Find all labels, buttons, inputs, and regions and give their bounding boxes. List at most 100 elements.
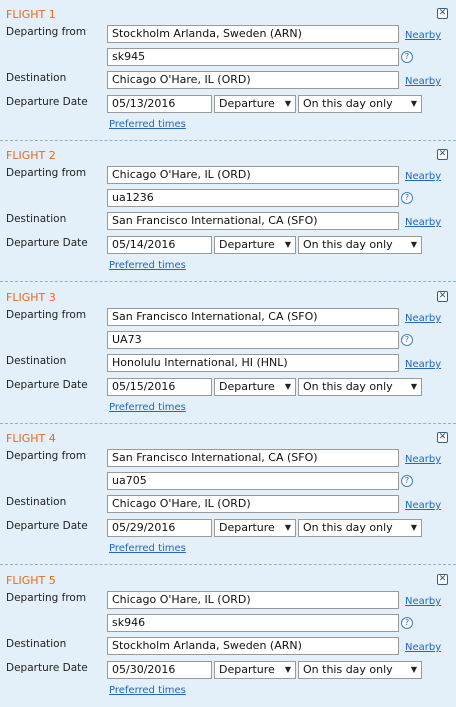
preferred-times-link[interactable]: Preferred times: [109, 543, 186, 554]
help-icon[interactable]: ?: [401, 475, 413, 487]
departing-from-label: Departing from: [6, 167, 87, 179]
direction-select-value: Departure: [219, 380, 275, 393]
departing-from-input[interactable]: Chicago O'Hare, IL (ORD): [107, 166, 399, 184]
direction-select[interactable]: Departure ▼: [214, 378, 296, 396]
date-option-select[interactable]: On this day only ▼: [298, 95, 422, 113]
flight-list: FLIGHT 1 ✕ Departing from Stockholm Arla…: [0, 0, 456, 700]
flight-number-input[interactable]: sk946: [107, 614, 399, 632]
flight-section: FLIGHT 1 ✕ Departing from Stockholm Arla…: [0, 0, 456, 141]
direction-select[interactable]: Departure ▼: [214, 519, 296, 537]
date-option-select-value: On this day only: [303, 238, 393, 251]
departing-from-label: Departing from: [6, 309, 87, 321]
departure-date-input[interactable]: 05/14/2016: [107, 236, 212, 254]
dropdown-arrow-icon: ▼: [284, 382, 291, 391]
destination-label: Destination: [6, 355, 67, 367]
destination-label: Destination: [6, 213, 67, 225]
departing-from-input[interactable]: Chicago O'Hare, IL (ORD): [107, 591, 399, 609]
dropdown-arrow-icon: ▼: [284, 240, 291, 249]
direction-select[interactable]: Departure ▼: [214, 661, 296, 679]
flight-section: FLIGHT 5 ✕ Departing from Chicago O'Hare…: [0, 566, 456, 707]
close-icon[interactable]: ✕: [437, 432, 448, 443]
close-icon[interactable]: ✕: [437, 8, 448, 19]
departure-date-label: Departure Date: [6, 96, 88, 108]
destination-nearby-link[interactable]: Nearby: [405, 642, 441, 653]
destination-nearby-link[interactable]: Nearby: [405, 359, 441, 370]
preferred-times-link[interactable]: Preferred times: [109, 260, 186, 271]
date-option-select[interactable]: On this day only ▼: [298, 378, 422, 396]
departure-date-input[interactable]: 05/30/2016: [107, 661, 212, 679]
destination-input[interactable]: Chicago O'Hare, IL (ORD): [107, 71, 399, 89]
close-icon[interactable]: ✕: [437, 291, 448, 302]
dropdown-arrow-icon: ▼: [284, 99, 291, 108]
departure-date-input[interactable]: 05/15/2016: [107, 378, 212, 396]
dropdown-arrow-icon: ▼: [410, 523, 417, 532]
preferred-times-link[interactable]: Preferred times: [109, 402, 186, 413]
destination-input[interactable]: San Francisco International, CA (SFO): [107, 212, 399, 230]
departing-from-label: Departing from: [6, 450, 87, 462]
flight-number-input[interactable]: ua705: [107, 472, 399, 490]
flight-title: FLIGHT 1: [6, 8, 56, 21]
dropdown-arrow-icon: ▼: [284, 665, 291, 674]
flight-number-input[interactable]: ua1236: [107, 189, 399, 207]
direction-select[interactable]: Departure ▼: [214, 95, 296, 113]
dropdown-arrow-icon: ▼: [410, 665, 417, 674]
help-icon[interactable]: ?: [401, 617, 413, 629]
direction-select-value: Departure: [219, 663, 275, 676]
direction-select-value: Departure: [219, 238, 275, 251]
date-option-select-value: On this day only: [303, 380, 393, 393]
help-icon[interactable]: ?: [401, 51, 413, 63]
direction-select-value: Departure: [219, 97, 275, 110]
departing-from-input[interactable]: San Francisco International, CA (SFO): [107, 308, 399, 326]
flight-title: FLIGHT 3: [6, 291, 56, 304]
dropdown-arrow-icon: ▼: [410, 240, 417, 249]
departing-nearby-link[interactable]: Nearby: [405, 596, 441, 607]
flight-title: FLIGHT 5: [6, 574, 56, 587]
dropdown-arrow-icon: ▼: [410, 382, 417, 391]
destination-nearby-link[interactable]: Nearby: [405, 76, 441, 87]
flight-number-input[interactable]: UA73: [107, 331, 399, 349]
date-option-select-value: On this day only: [303, 521, 393, 534]
departing-nearby-link[interactable]: Nearby: [405, 313, 441, 324]
departing-nearby-link[interactable]: Nearby: [405, 171, 441, 182]
preferred-times-link[interactable]: Preferred times: [109, 119, 186, 130]
flight-title: FLIGHT 4: [6, 432, 56, 445]
flight-section: FLIGHT 2 ✕ Departing from Chicago O'Hare…: [0, 141, 456, 282]
departing-from-input[interactable]: Stockholm Arlanda, Sweden (ARN): [107, 25, 399, 43]
help-icon[interactable]: ?: [401, 334, 413, 346]
departure-date-input[interactable]: 05/29/2016: [107, 519, 212, 537]
departure-date-label: Departure Date: [6, 237, 88, 249]
destination-input[interactable]: Stockholm Arlanda, Sweden (ARN): [107, 637, 399, 655]
destination-label: Destination: [6, 638, 67, 650]
destination-label: Destination: [6, 72, 67, 84]
date-option-select[interactable]: On this day only ▼: [298, 661, 422, 679]
close-icon[interactable]: ✕: [437, 149, 448, 160]
departing-from-label: Departing from: [6, 26, 87, 38]
dropdown-arrow-icon: ▼: [284, 523, 291, 532]
departing-nearby-link[interactable]: Nearby: [405, 30, 441, 41]
date-option-select-value: On this day only: [303, 97, 393, 110]
departing-from-label: Departing from: [6, 592, 87, 604]
flight-number-input[interactable]: sk945: [107, 48, 399, 66]
flight-section: FLIGHT 4 ✕ Departing from San Francisco …: [0, 424, 456, 565]
date-option-select[interactable]: On this day only ▼: [298, 236, 422, 254]
close-icon[interactable]: ✕: [437, 574, 448, 585]
departure-date-label: Departure Date: [6, 520, 88, 532]
flight-title: FLIGHT 2: [6, 149, 56, 162]
departure-date-label: Departure Date: [6, 379, 88, 391]
direction-select[interactable]: Departure ▼: [214, 236, 296, 254]
destination-input[interactable]: Honolulu International, HI (HNL): [107, 354, 399, 372]
date-option-select[interactable]: On this day only ▼: [298, 519, 422, 537]
flight-section: FLIGHT 3 ✕ Departing from San Francisco …: [0, 283, 456, 424]
direction-select-value: Departure: [219, 521, 275, 534]
date-option-select-value: On this day only: [303, 663, 393, 676]
destination-label: Destination: [6, 496, 67, 508]
departing-from-input[interactable]: San Francisco International, CA (SFO): [107, 449, 399, 467]
departing-nearby-link[interactable]: Nearby: [405, 454, 441, 465]
destination-input[interactable]: Chicago O'Hare, IL (ORD): [107, 495, 399, 513]
destination-nearby-link[interactable]: Nearby: [405, 217, 441, 228]
departure-date-label: Departure Date: [6, 662, 88, 674]
destination-nearby-link[interactable]: Nearby: [405, 500, 441, 511]
help-icon[interactable]: ?: [401, 192, 413, 204]
departure-date-input[interactable]: 05/13/2016: [107, 95, 212, 113]
preferred-times-link[interactable]: Preferred times: [109, 685, 186, 696]
